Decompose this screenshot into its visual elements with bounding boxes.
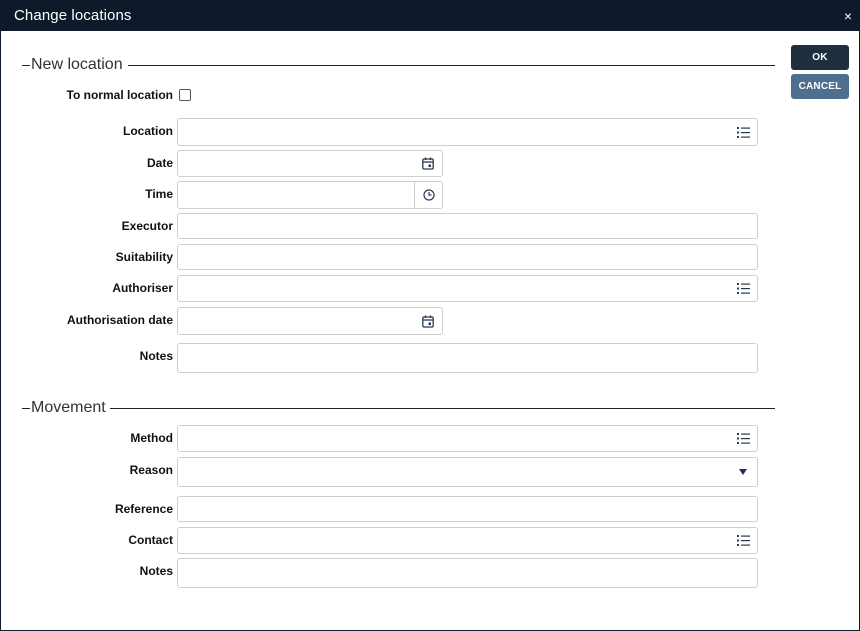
authorisation-date-field[interactable] xyxy=(177,307,443,335)
reason-select[interactable] xyxy=(177,457,758,487)
time-label: Time xyxy=(145,187,173,201)
clock-icon[interactable] xyxy=(414,182,442,208)
authorisation-date-label: Authorisation date xyxy=(66,313,173,327)
authorisation-date-input[interactable] xyxy=(178,308,442,334)
calendar-icon[interactable] xyxy=(414,308,442,334)
caret-down-icon[interactable] xyxy=(729,458,757,486)
notes-input[interactable] xyxy=(178,344,757,372)
contact-input[interactable] xyxy=(178,528,757,553)
dialog-title: Change locations xyxy=(14,7,132,24)
method-field[interactable] xyxy=(177,425,758,452)
executor-label: Executor xyxy=(121,219,173,233)
location-label: Location xyxy=(123,124,173,138)
notes-field[interactable] xyxy=(177,343,758,373)
suitability-label: Suitability xyxy=(115,250,173,264)
cancel-button[interactable]: CANCEL xyxy=(791,74,849,99)
title-bar: Change locations × xyxy=(1,1,859,31)
new-location-divider xyxy=(128,65,775,66)
reference-field[interactable] xyxy=(177,496,758,522)
date-input[interactable] xyxy=(178,151,442,176)
time-input[interactable] xyxy=(178,182,442,208)
method-input[interactable] xyxy=(178,426,757,451)
method-list-icon[interactable] xyxy=(729,426,757,451)
suitability-input[interactable] xyxy=(178,245,757,269)
movement-notes-input[interactable] xyxy=(178,559,757,587)
new-location-heading: New location xyxy=(31,56,123,73)
change-locations-dialog: Change locations × OK CANCEL New locatio… xyxy=(0,0,860,631)
close-icon[interactable]: × xyxy=(844,9,852,23)
location-input[interactable] xyxy=(178,119,757,145)
authoriser-label: Authoriser xyxy=(112,281,173,295)
reference-label: Reference xyxy=(114,502,173,516)
contact-field[interactable] xyxy=(177,527,758,554)
date-label: Date xyxy=(146,156,173,170)
movement-heading: Movement xyxy=(31,399,106,416)
time-field[interactable] xyxy=(177,181,443,209)
location-list-icon[interactable] xyxy=(729,119,757,145)
authoriser-list-icon[interactable] xyxy=(729,276,757,301)
movement-notes-label: Notes xyxy=(139,564,173,578)
executor-field[interactable] xyxy=(177,213,758,239)
date-field[interactable] xyxy=(177,150,443,177)
method-label: Method xyxy=(130,431,173,445)
movement-divider xyxy=(110,408,775,409)
notes-label: Notes xyxy=(139,349,173,363)
ok-button[interactable]: OK xyxy=(791,45,849,70)
reason-label: Reason xyxy=(129,463,173,477)
contact-label: Contact xyxy=(128,533,173,547)
suitability-field[interactable] xyxy=(177,244,758,270)
contact-list-icon[interactable] xyxy=(729,528,757,553)
movement-notes-field[interactable] xyxy=(177,558,758,588)
calendar-icon[interactable] xyxy=(414,151,442,176)
authoriser-input[interactable] xyxy=(178,276,757,301)
reason-input[interactable] xyxy=(178,458,757,486)
reference-input[interactable] xyxy=(178,497,757,521)
executor-input[interactable] xyxy=(178,214,757,238)
to-normal-location-checkbox[interactable] xyxy=(179,89,191,101)
to-normal-location-label: To normal location xyxy=(66,88,173,102)
authoriser-field[interactable] xyxy=(177,275,758,302)
location-field[interactable] xyxy=(177,118,758,146)
